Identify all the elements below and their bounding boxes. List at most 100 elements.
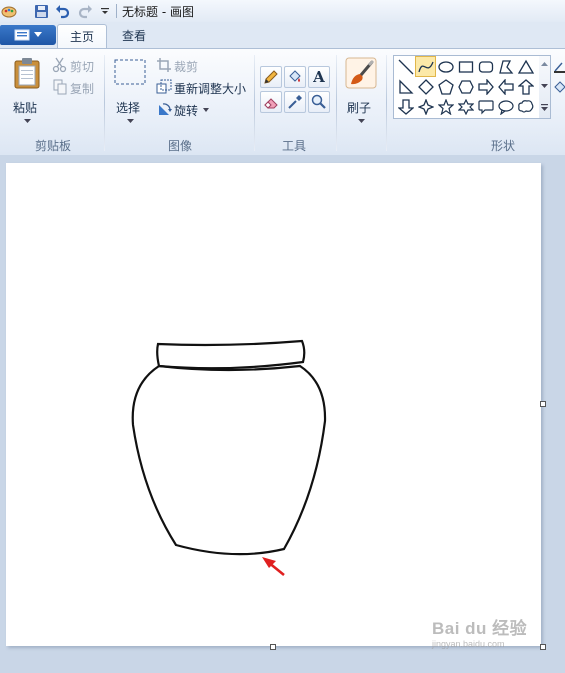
- clipboard-icon: [14, 58, 40, 89]
- select-button[interactable]: 选择: [112, 55, 148, 131]
- shapes-gallery: [393, 55, 541, 119]
- chevron-down-icon: [203, 108, 209, 112]
- select-label: 选择: [116, 101, 141, 115]
- scissors-icon: [52, 57, 67, 73]
- watermark-main: Bai du 经验: [432, 619, 528, 638]
- cut-label: 剪切: [70, 60, 95, 74]
- canvas-resize-handle-corner[interactable]: [540, 644, 546, 650]
- rectangle-shape-icon[interactable]: [456, 57, 475, 76]
- color-picker-tool-button[interactable]: [284, 91, 306, 113]
- curve-shape-icon[interactable]: [415, 56, 436, 77]
- title-bar: 无标题 - 画图: [0, 0, 565, 23]
- rotate-icon: [159, 103, 172, 115]
- image-group-label: 图像: [167, 139, 192, 153]
- oval-shape-icon[interactable]: [436, 57, 455, 76]
- oval-callout-shape-icon[interactable]: [496, 97, 515, 116]
- rotate-label: 旋转: [174, 104, 199, 118]
- ribbon-home: 粘贴 剪切 复制 剪贴板 选择 裁剪 重新调整大小 旋转 图像 A 工具 刷子 …: [0, 48, 565, 156]
- polygon-shape-icon[interactable]: [496, 57, 515, 76]
- color-picker-icon: [288, 95, 302, 109]
- rounded-rectangle-shape-icon[interactable]: [476, 57, 495, 76]
- crop-icon: [157, 58, 171, 72]
- red-arrow-annotation: [262, 557, 285, 577]
- chevron-down-icon: [34, 32, 42, 37]
- six-point-star-shape-icon[interactable]: [456, 97, 475, 116]
- jar-body-outline: [131, 364, 327, 556]
- pentagon-shape-icon[interactable]: [436, 77, 455, 96]
- group-separator: [104, 55, 105, 151]
- chevron-down-icon: [24, 119, 31, 123]
- brush-icon: [345, 57, 377, 89]
- up-arrow-shape-icon[interactable]: [516, 77, 535, 96]
- pencil-icon: [264, 70, 278, 84]
- more-dropdown-icon: [541, 104, 548, 111]
- eraser-tool-button[interactable]: [260, 91, 282, 113]
- copy-label: 复制: [70, 82, 95, 96]
- redo-icon[interactable]: [76, 2, 94, 20]
- hexagon-shape-icon[interactable]: [456, 77, 475, 96]
- fill-tool-button[interactable]: [284, 66, 306, 88]
- text-icon: A: [313, 68, 325, 86]
- resize-icon: [156, 79, 172, 94]
- shapes-group-label: 形状: [490, 139, 515, 153]
- baidu-watermark: Bai du 经验 jingyan.baidu.com: [432, 614, 527, 649]
- down-arrow-shape-icon[interactable]: [396, 97, 415, 116]
- paint-app-icon[interactable]: [0, 2, 18, 20]
- file-menu-button[interactable]: [0, 25, 56, 45]
- five-point-star-shape-icon[interactable]: [436, 97, 455, 116]
- chevron-down-icon: [127, 119, 134, 123]
- pencil-tool-button[interactable]: [260, 66, 282, 88]
- paste-button[interactable]: 粘贴: [10, 55, 44, 131]
- tab-view[interactable]: 查看: [110, 24, 158, 48]
- crop-label: 裁剪: [174, 60, 199, 74]
- group-separator: [254, 55, 255, 151]
- diamond-shape-icon[interactable]: [416, 77, 435, 96]
- group-separator: [386, 55, 387, 151]
- customize-dropdown-icon[interactable]: [96, 2, 114, 20]
- line-shape-icon[interactable]: [396, 57, 415, 76]
- rotate-button[interactable]: 旋转: [156, 101, 216, 119]
- crop-button[interactable]: 裁剪: [156, 57, 204, 75]
- magnifier-tool-button[interactable]: [308, 91, 330, 113]
- four-point-star-shape-icon[interactable]: [416, 97, 435, 116]
- brushes-button[interactable]: 刷子: [342, 55, 380, 131]
- chevron-down-icon: [541, 84, 548, 88]
- toolbar-separator: [116, 4, 117, 18]
- cut-button[interactable]: 剪切: [52, 57, 100, 75]
- paste-label: 粘贴: [13, 101, 38, 115]
- canvas-resize-handle-right[interactable]: [540, 401, 546, 407]
- rectangle-select-icon: [114, 59, 146, 85]
- resize-label: 重新调整大小: [174, 82, 247, 96]
- shapes-gallery-scrollbar[interactable]: [539, 55, 551, 119]
- copy-icon: [53, 79, 67, 95]
- tools-group-label: 工具: [281, 139, 306, 153]
- triangle-shape-icon[interactable]: [516, 57, 535, 76]
- left-arrow-shape-icon[interactable]: [496, 77, 515, 96]
- copy-button[interactable]: 复制: [52, 79, 100, 97]
- group-separator: [336, 55, 337, 151]
- watermark-sub: jingyan.baidu.com: [432, 639, 505, 649]
- window-title: 无标题 - 画图: [122, 5, 194, 19]
- jar-lid-outline: [156, 339, 306, 370]
- undo-icon[interactable]: [54, 2, 72, 20]
- outline-fill-partial[interactable]: [552, 55, 565, 117]
- save-icon[interactable]: [32, 2, 50, 20]
- brushes-label: 刷子: [347, 101, 372, 115]
- drawing-layer: [131, 339, 327, 577]
- fill-bucket-icon: [289, 70, 301, 82]
- canvas-resize-handle-bottom[interactable]: [270, 644, 276, 650]
- text-tool-button[interactable]: A: [308, 66, 330, 88]
- chevron-down-icon: [358, 119, 365, 123]
- rounded-callout-shape-icon[interactable]: [476, 97, 495, 116]
- resize-button[interactable]: 重新调整大小: [156, 79, 248, 97]
- cloud-callout-shape-icon[interactable]: [516, 97, 535, 116]
- clipboard-group-label: 剪贴板: [34, 139, 71, 153]
- file-menu-icon: [14, 29, 30, 41]
- shape-outline-icon: [554, 62, 565, 73]
- drawing-canvas[interactable]: [6, 163, 541, 646]
- right-triangle-shape-icon[interactable]: [396, 77, 415, 96]
- chevron-up-icon: [541, 62, 548, 66]
- tab-home[interactable]: 主页: [57, 24, 108, 49]
- right-arrow-shape-icon[interactable]: [476, 77, 495, 96]
- eraser-icon: [264, 98, 278, 109]
